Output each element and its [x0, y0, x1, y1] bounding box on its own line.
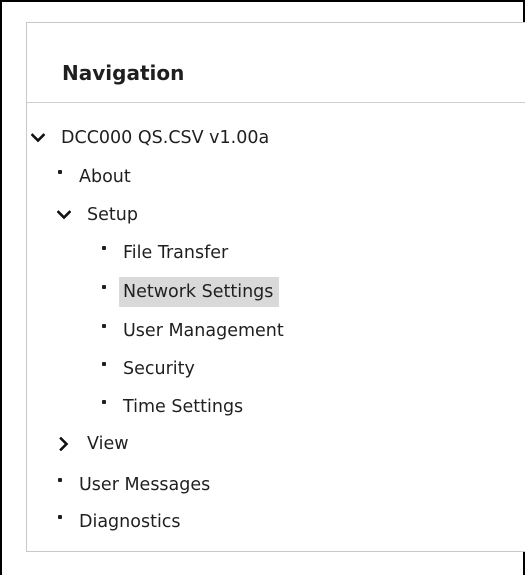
tree-node-about[interactable]: About: [58, 160, 137, 194]
bullet-icon: [102, 400, 106, 404]
bullet-icon: [58, 478, 62, 482]
tree-node-security[interactable]: Security: [102, 352, 201, 386]
tree-node-root-label[interactable]: DCC000 QS.CSV v1.00a: [57, 123, 275, 153]
tree-node-setup-label[interactable]: Setup: [83, 200, 144, 230]
tree-node-user-messages[interactable]: User Messages: [58, 468, 216, 502]
bullet-icon: [58, 170, 62, 174]
chevron-down-icon[interactable]: [31, 131, 45, 145]
tree-node-time-settings-label[interactable]: Time Settings: [119, 392, 249, 422]
tree-node-network-settings[interactable]: Network Settings: [102, 275, 280, 309]
tree-node-network-settings-label[interactable]: Network Settings: [119, 277, 280, 307]
tree-node-time-settings[interactable]: Time Settings: [102, 390, 249, 424]
tree-node-file-transfer[interactable]: File Transfer: [102, 236, 234, 270]
tree-node-user-management-label[interactable]: User Management: [119, 316, 290, 346]
tree-node-setup[interactable]: Setup: [57, 198, 144, 232]
tree-node-diagnostics[interactable]: Diagnostics: [58, 505, 187, 539]
chevron-right-icon[interactable]: [57, 437, 71, 451]
tree-node-root[interactable]: DCC000 QS.CSV v1.00a: [31, 121, 275, 155]
bullet-icon: [102, 324, 106, 328]
bullet-icon: [102, 246, 106, 250]
tree-node-view-label[interactable]: View: [83, 429, 135, 459]
tree-node-security-label[interactable]: Security: [119, 354, 201, 384]
tree-node-user-messages-label[interactable]: User Messages: [75, 470, 216, 500]
navigation-header: Navigation: [27, 23, 525, 103]
chevron-down-icon[interactable]: [57, 208, 71, 222]
navigation-title: Navigation: [62, 61, 185, 85]
navigation-panel: Navigation DCC000 QS.CSV v1.00a About Se…: [26, 22, 525, 552]
tree-node-user-management[interactable]: User Management: [102, 314, 290, 348]
tree-node-view[interactable]: View: [57, 427, 135, 461]
bullet-icon: [102, 362, 106, 366]
tree-node-about-label[interactable]: About: [75, 162, 137, 192]
bullet-icon: [58, 515, 62, 519]
tree-node-diagnostics-label[interactable]: Diagnostics: [75, 507, 187, 537]
tree-node-file-transfer-label[interactable]: File Transfer: [119, 238, 234, 268]
bullet-icon: [102, 285, 106, 289]
